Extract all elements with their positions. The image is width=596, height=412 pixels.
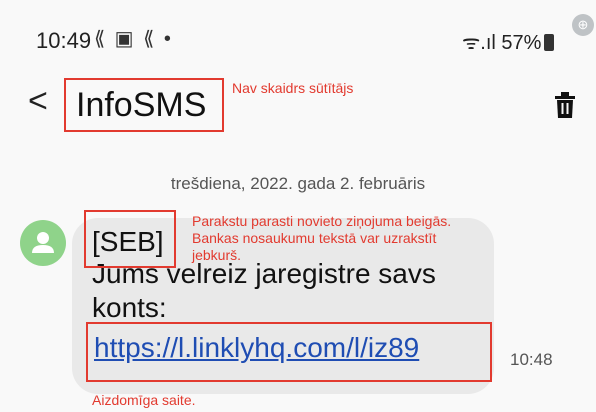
link-annotation: Aizdomīga saite.	[92, 392, 196, 408]
trash-icon[interactable]	[554, 92, 576, 123]
trash-icon-svg	[555, 92, 575, 118]
status-time: 10:49	[36, 28, 92, 53]
notification-icons: ⟪ ▣ ⟪ •	[94, 28, 173, 50]
sender-highlight-box	[64, 78, 224, 132]
back-icon[interactable]: <	[28, 84, 48, 118]
signal-icon: ᯤ.ıl	[462, 32, 496, 54]
signature-annotation-line-2: Bankas nosaukumu tekstā var uzrakstīt	[192, 230, 437, 246]
message-line-3: konts:	[92, 292, 167, 323]
avatar[interactable]	[20, 220, 66, 266]
signature-annotation-line-3: jebkurš.	[192, 247, 242, 263]
signature-annotation-line-1: Parakstu parasti novieto ziņojuma beigās…	[192, 213, 452, 229]
signature-annotation: Parakstu parasti novieto ziņojuma beigās…	[192, 213, 451, 264]
message-time: 10:48	[510, 350, 553, 369]
sender-annotation: Nav skaidrs sūtītājs	[232, 80, 354, 96]
battery-text: 57%	[501, 32, 542, 54]
date-separator: trešdiena, 2022. gada 2. februāris	[170, 174, 426, 193]
zoom-icon[interactable]: ⊕	[572, 14, 594, 36]
signature-highlight-box	[84, 210, 176, 268]
link-highlight-box	[86, 322, 492, 382]
battery-icon	[544, 34, 555, 51]
avatar-person-icon	[32, 232, 54, 253]
status-indicators: ᯤ.ıl 57%	[462, 28, 555, 55]
